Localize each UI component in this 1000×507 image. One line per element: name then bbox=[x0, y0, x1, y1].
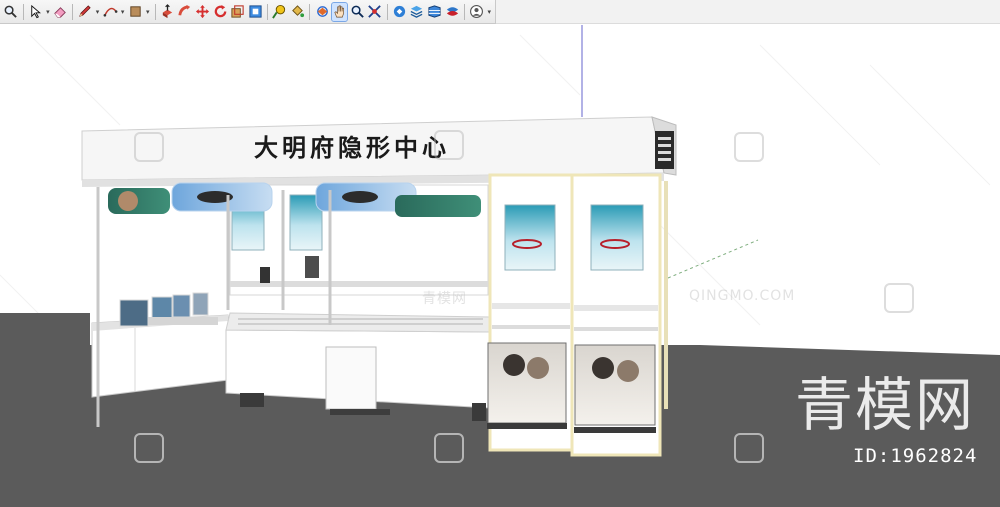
watermark-brand: 青模网 bbox=[795, 371, 976, 439]
watermark-logo bbox=[134, 433, 164, 463]
warehouse-icon[interactable] bbox=[392, 3, 408, 21]
extension-icon[interactable] bbox=[444, 3, 460, 21]
toolbar-separator bbox=[154, 3, 156, 20]
rotate-icon[interactable] bbox=[212, 3, 228, 21]
3d-viewport[interactable]: 大明府隐形中心 QINGMO.COM 青模网 青模网 ID:1962824 bbox=[0, 25, 1000, 507]
tape-measure-icon[interactable] bbox=[272, 3, 288, 21]
watermark-logo bbox=[734, 132, 764, 162]
watermark-id: ID:1962824 bbox=[853, 445, 978, 467]
sign-title: 大明府隐形中心 bbox=[254, 133, 450, 162]
select-arrow-icon[interactable] bbox=[28, 3, 44, 21]
paint-bucket-icon[interactable] bbox=[290, 3, 306, 21]
watermark-logo bbox=[134, 132, 164, 162]
toolbar-separator bbox=[72, 3, 74, 20]
move-icon[interactable] bbox=[195, 3, 211, 21]
shape-dropdown-arrow[interactable]: ▾ bbox=[145, 3, 151, 21]
toolbar-separator bbox=[22, 3, 24, 20]
toolbar-separator bbox=[309, 3, 311, 20]
toolbar-separator bbox=[267, 3, 269, 20]
watermark-faint-cn: 青模网 bbox=[422, 291, 467, 307]
components-icon[interactable] bbox=[427, 3, 443, 21]
watermark-logo bbox=[884, 283, 914, 313]
user-account-icon[interactable] bbox=[469, 3, 485, 21]
sketchup-window: ▾ ▾ ▾ ▾ ▾ 大明府隐形中心 QINGMO.COM 青模网 青模网 ID:… bbox=[0, 0, 1000, 507]
tools-toolbar: ▾ ▾ ▾ ▾ ▾ bbox=[0, 0, 496, 24]
toolbar-empty-area bbox=[496, 0, 1000, 24]
arc-dropdown-arrow[interactable]: ▾ bbox=[120, 3, 126, 21]
right-cabinets bbox=[487, 173, 668, 457]
watermark-logo bbox=[434, 130, 464, 160]
offset-icon[interactable] bbox=[248, 3, 264, 21]
orbit-icon[interactable] bbox=[314, 3, 330, 21]
select-dropdown-arrow[interactable]: ▾ bbox=[45, 3, 51, 21]
axis-dashed bbox=[667, 239, 759, 279]
rectangle-shape-icon[interactable] bbox=[127, 3, 143, 21]
watermark-web: QINGMO.COM bbox=[689, 288, 796, 304]
scale-icon[interactable] bbox=[230, 3, 246, 21]
follow-me-icon[interactable] bbox=[177, 3, 193, 21]
toolbar-separator bbox=[386, 3, 388, 20]
arc-icon[interactable] bbox=[102, 3, 118, 21]
watermark-logo bbox=[734, 433, 764, 463]
eraser-icon[interactable] bbox=[53, 3, 69, 21]
toolbar-separator bbox=[464, 3, 465, 20]
layers-icon[interactable] bbox=[409, 3, 425, 21]
tablet-displays bbox=[119, 292, 218, 327]
zoom-icon[interactable] bbox=[3, 3, 19, 21]
pencil-line-icon[interactable] bbox=[77, 3, 93, 21]
zoom-window-icon[interactable] bbox=[349, 3, 365, 21]
account-dropdown-arrow[interactable]: ▾ bbox=[487, 3, 493, 21]
push-pull-icon[interactable] bbox=[159, 3, 175, 21]
watermark-logo bbox=[434, 433, 464, 463]
zoom-extents-icon[interactable] bbox=[367, 3, 383, 21]
pan-icon[interactable] bbox=[330, 1, 349, 22]
pencil-dropdown-arrow[interactable]: ▾ bbox=[95, 3, 101, 21]
